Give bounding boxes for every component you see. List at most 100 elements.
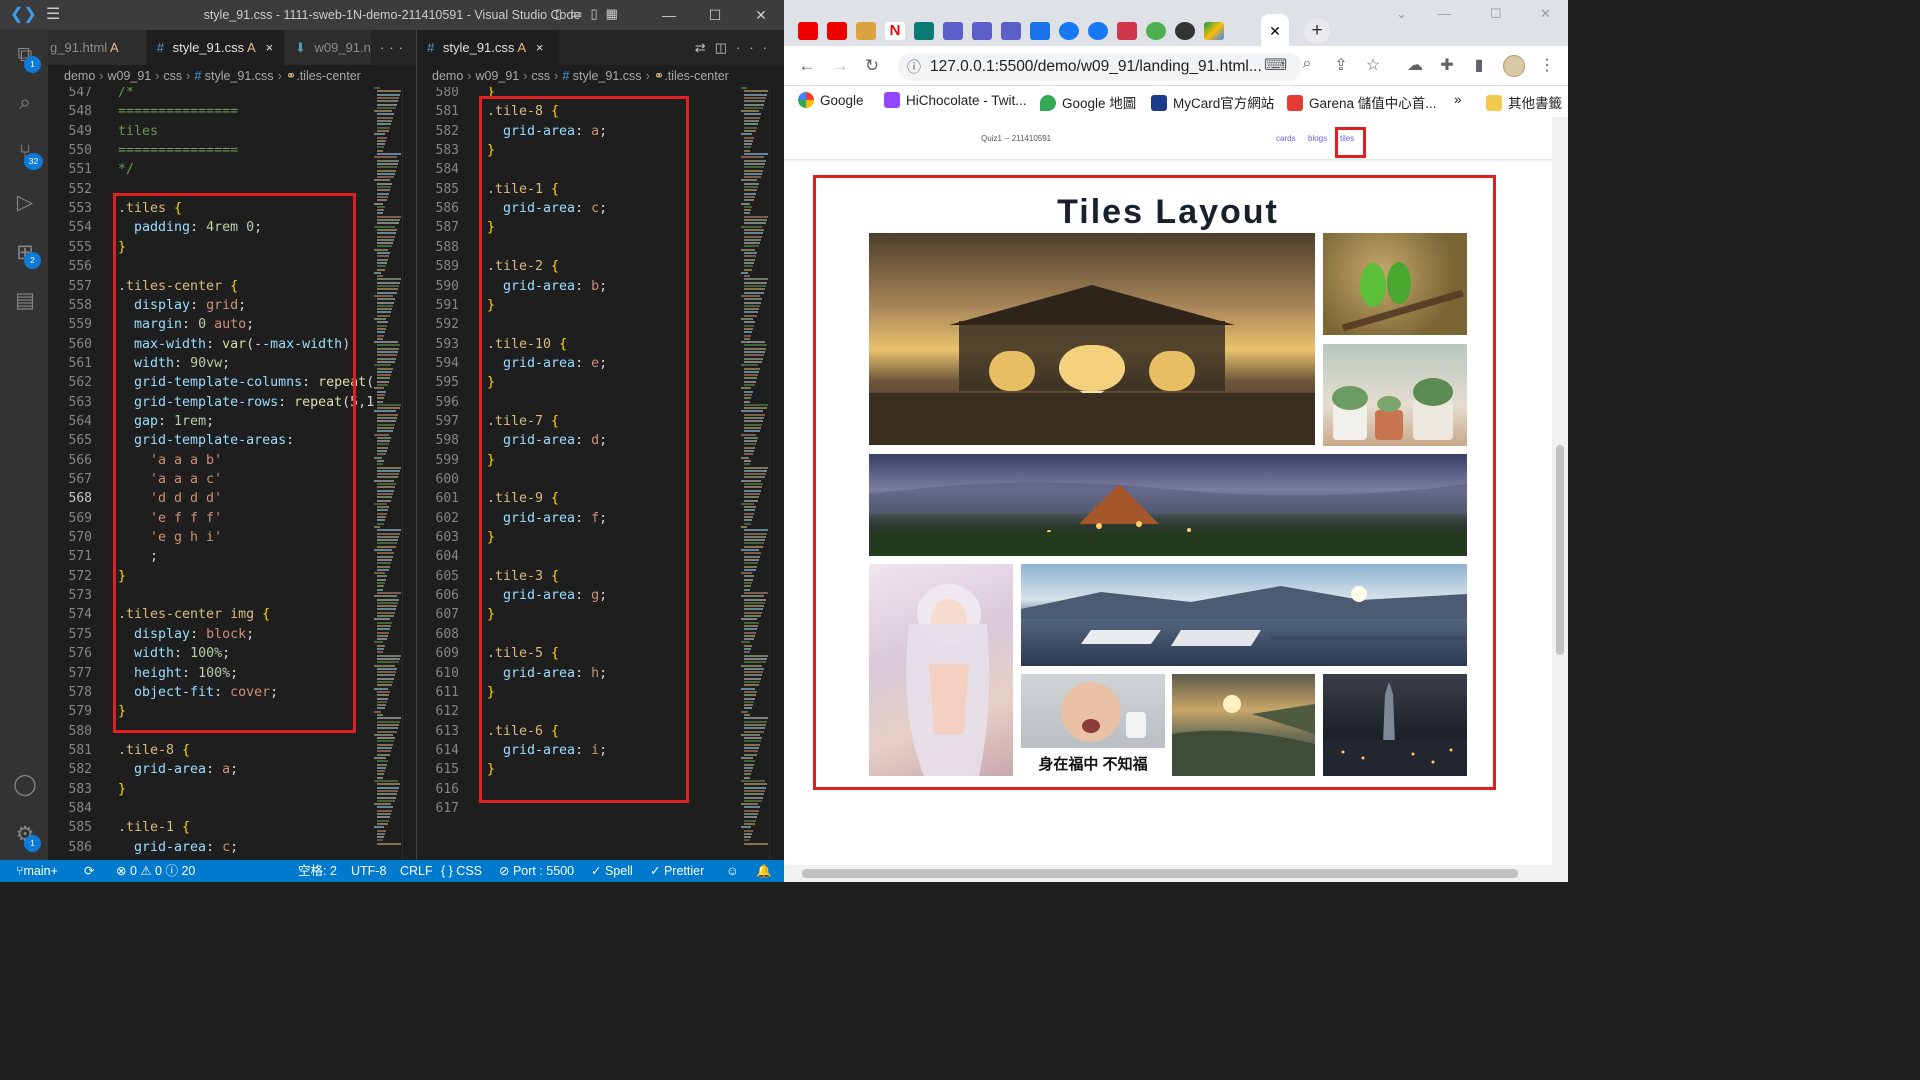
code-line[interactable]: .tile-1 { bbox=[118, 818, 190, 837]
back-icon[interactable]: ← bbox=[797, 56, 817, 76]
code-line[interactable]: =============== bbox=[118, 141, 238, 160]
compare-icon[interactable]: ⇄ bbox=[695, 40, 715, 55]
nav-link-blogs[interactable]: blogs bbox=[1308, 134, 1327, 143]
code-line[interactable]: /* bbox=[118, 87, 134, 102]
indent-status[interactable]: 空格: 2 bbox=[298, 860, 337, 882]
extension-icon[interactable]: ☁ bbox=[1404, 55, 1426, 75]
toggle-secondary-sidebar-icon[interactable]: ▯ bbox=[590, 6, 597, 22]
app-tab-icon[interactable] bbox=[1117, 22, 1137, 40]
minimap[interactable] bbox=[741, 87, 769, 860]
live-server-port[interactable]: ⊘ Port : 5500 bbox=[499, 860, 574, 882]
bookmark-hichocolate[interactable]: HiChocolate - Twit... bbox=[884, 92, 1027, 108]
teams-tab-icon[interactable] bbox=[1001, 22, 1021, 40]
code-line[interactable]: tiles bbox=[118, 122, 158, 141]
gift-tab-icon[interactable] bbox=[1030, 22, 1050, 40]
tab-w09-md[interactable]: ⬇ w09_91.n bbox=[284, 30, 372, 65]
customize-layout-icon[interactable]: ▦ bbox=[606, 6, 618, 22]
notifications-bell-icon[interactable]: 🔔 bbox=[756, 860, 772, 882]
bookmarks-overflow[interactable]: » bbox=[1454, 92, 1462, 107]
bookmark-star-icon[interactable]: ☆ bbox=[1362, 55, 1384, 75]
account-icon[interactable]: ◯ bbox=[12, 772, 38, 798]
teams-tab-icon[interactable] bbox=[943, 22, 963, 40]
facebook-tab-icon[interactable] bbox=[1088, 22, 1108, 40]
app-tab-icon[interactable] bbox=[1175, 22, 1195, 40]
toggle-panel-icon[interactable]: ▭ bbox=[570, 6, 582, 22]
page-brand[interactable]: Quiz1 -- 211410591 bbox=[981, 134, 1051, 143]
toggle-sidebar-icon[interactable]: ▯ bbox=[555, 6, 562, 22]
url-text[interactable]: 127.0.0.1:5500/demo/w09_91/landing_91.ht… bbox=[930, 53, 1262, 81]
breadcrumb-item[interactable]: css bbox=[163, 69, 182, 83]
breadcrumb-item[interactable]: .tiles-center bbox=[296, 69, 361, 83]
facebook-tab-icon[interactable] bbox=[1059, 22, 1079, 40]
tab-search-icon[interactable]: ⌄ bbox=[1396, 6, 1407, 22]
minimize-icon[interactable]: — bbox=[646, 0, 692, 30]
feedback-icon[interactable]: ☺ bbox=[726, 860, 739, 882]
breadcrumb-item[interactable]: demo bbox=[432, 69, 463, 83]
code-line[interactable]: */ bbox=[118, 160, 134, 179]
forward-icon[interactable]: → bbox=[830, 56, 850, 76]
code-line[interactable]: grid-area: c; bbox=[118, 838, 238, 857]
maximize-icon[interactable]: ☐ bbox=[692, 0, 738, 30]
more-actions-icon[interactable]: ··· bbox=[736, 40, 776, 55]
minimap[interactable] bbox=[374, 87, 402, 860]
breadcrumb-item[interactable]: .tiles-center bbox=[664, 69, 729, 83]
tab-style-css-right[interactable]: # style_91.css A × bbox=[417, 30, 559, 65]
tab-style-css[interactable]: # style_91.css A × bbox=[146, 30, 285, 65]
more-actions-icon[interactable]: ··· bbox=[372, 30, 416, 65]
encoding-status[interactable]: UTF-8 bbox=[351, 860, 386, 882]
translate-icon[interactable]: ⌨ bbox=[1264, 55, 1287, 75]
extensions-puzzle-icon[interactable]: ✚ bbox=[1436, 55, 1458, 75]
breadcrumb-item[interactable]: css bbox=[531, 69, 550, 83]
youtube-tab-icon[interactable] bbox=[827, 22, 847, 40]
prettier-status[interactable]: ✓ Prettier bbox=[650, 860, 704, 882]
tab-close-icon[interactable]: × bbox=[266, 40, 274, 55]
breadcrumb-item[interactable]: w09_91 bbox=[475, 69, 519, 83]
netflix-tab-icon[interactable]: N bbox=[885, 22, 905, 40]
close-icon[interactable]: ✕ bbox=[1540, 6, 1551, 22]
nav-link-cards[interactable]: cards bbox=[1276, 134, 1296, 143]
maximize-icon[interactable]: ☐ bbox=[1490, 6, 1502, 22]
editor-scrollbar[interactable] bbox=[769, 87, 783, 860]
site-info-icon[interactable]: ⓘ bbox=[907, 53, 921, 81]
app-tab-icon[interactable] bbox=[914, 22, 934, 40]
breadcrumb-item[interactable]: style_91.css bbox=[205, 69, 274, 83]
search-icon[interactable]: ⌕ bbox=[12, 90, 38, 116]
close-icon[interactable]: ✕ bbox=[738, 0, 784, 30]
side-panel-icon[interactable]: ▮ bbox=[1468, 55, 1490, 75]
remote-explorer-icon[interactable]: ▤ bbox=[12, 288, 38, 314]
zoom-icon[interactable]: ⌕ bbox=[1296, 55, 1318, 73]
youtube-tab-icon[interactable] bbox=[798, 22, 818, 40]
share-icon[interactable]: ⇪ bbox=[1330, 55, 1352, 75]
tab-close-icon[interactable]: × bbox=[536, 40, 544, 55]
app-tab-icon[interactable] bbox=[856, 22, 876, 40]
address-bar[interactable]: ⓘ 127.0.0.1:5500/demo/w09_91/landing_91.… bbox=[898, 53, 1302, 81]
vertical-scroll-thumb[interactable] bbox=[1556, 445, 1564, 655]
teams-tab-icon[interactable] bbox=[972, 22, 992, 40]
bookmark-garena[interactable]: Garena 儲值中心首... bbox=[1287, 92, 1437, 112]
bookmark-mycard[interactable]: MyCard官方網站 bbox=[1151, 92, 1274, 112]
language-status[interactable]: { } CSS bbox=[441, 860, 482, 882]
horizontal-scroll-thumb[interactable] bbox=[802, 869, 1518, 878]
breadcrumb-item[interactable]: w09_91 bbox=[107, 69, 151, 83]
code-line[interactable]: .tile-8 { bbox=[118, 741, 190, 760]
code-line[interactable]: =============== bbox=[118, 102, 238, 121]
code-line[interactable]: } bbox=[118, 780, 126, 799]
sync-icon[interactable]: ⟳ bbox=[84, 860, 94, 882]
tab-landing-html[interactable]: g_91.html A bbox=[48, 30, 147, 65]
app-tab-icon[interactable] bbox=[1146, 22, 1166, 40]
chrome-menu-icon[interactable]: ⋮ bbox=[1536, 55, 1558, 75]
branch-status[interactable]: ⑂ main+ bbox=[16, 860, 58, 882]
eol-status[interactable]: CRLF bbox=[400, 860, 433, 882]
code-line[interactable]: grid-area: a; bbox=[118, 760, 238, 779]
minimize-icon[interactable]: — bbox=[1438, 6, 1451, 21]
bookmark-google[interactable]: Google bbox=[798, 92, 864, 108]
spell-status[interactable]: ✓ Spell bbox=[591, 860, 633, 882]
google-drive-tab-icon[interactable] bbox=[1204, 22, 1224, 40]
run-debug-icon[interactable]: ▷ bbox=[12, 190, 38, 216]
reload-icon[interactable]: ↻ bbox=[862, 56, 882, 76]
breadcrumb-item[interactable]: style_91.css bbox=[573, 69, 642, 83]
bookmark-google-maps[interactable]: Google 地圖 bbox=[1040, 92, 1136, 112]
new-tab-button[interactable]: + bbox=[1304, 18, 1330, 44]
breadcrumb-item[interactable]: demo bbox=[64, 69, 95, 83]
problems-status[interactable]: ⊗ 0 ⚠ 0 ⓘ 20 bbox=[116, 860, 195, 882]
